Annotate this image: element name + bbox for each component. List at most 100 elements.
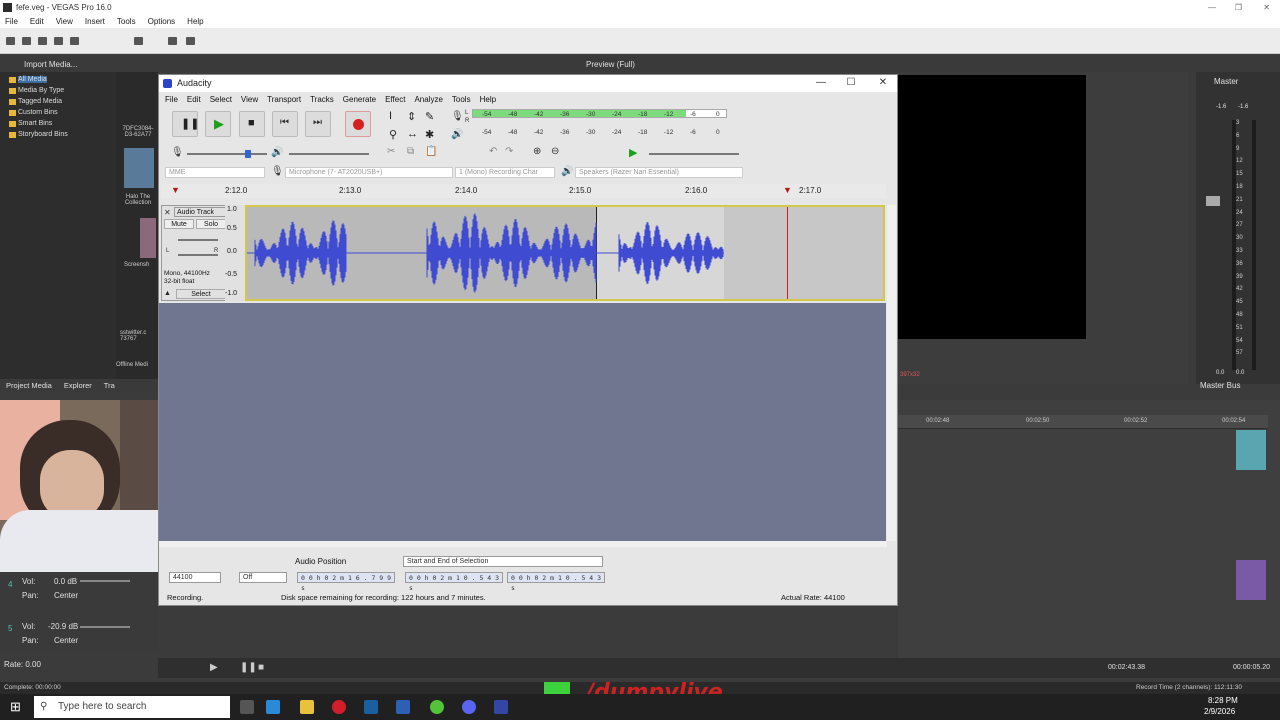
project-rate-dropdown[interactable]: 44100 <box>169 572 221 583</box>
menu-select[interactable]: Select <box>210 92 232 107</box>
cut-icon[interactable]: ✂ <box>387 146 395 157</box>
pause-icon[interactable]: ❚❚ <box>240 662 257 673</box>
track-gain-slider[interactable] <box>178 239 218 241</box>
minimize-icon[interactable]: — <box>1208 0 1216 15</box>
taskbar-search[interactable]: ⚲ Type here to search <box>34 696 230 718</box>
minimize-icon[interactable]: — <box>811 76 831 90</box>
master-bus-tab[interactable]: Master Bus <box>1200 381 1240 390</box>
menu-file[interactable]: File <box>165 92 178 107</box>
photoshop-icon[interactable] <box>396 700 410 714</box>
paste-icon[interactable]: 📋 <box>425 146 437 157</box>
thumbnail-image[interactable] <box>140 218 156 258</box>
timeline-ruler[interactable]: 00:02:48 00:02:50 00:02:52 00:02:54 <box>898 415 1268 429</box>
discord-icon[interactable] <box>462 700 476 714</box>
timeline-ruler[interactable]: ▼ 2:12.0 2:13.0 2:14.0 2:15.0 2:16.0 ▼ 2… <box>161 184 886 198</box>
play-at-speed-slider[interactable] <box>649 153 739 155</box>
skip-start-button[interactable]: ⏮ <box>272 111 298 137</box>
menu-generate[interactable]: Generate <box>343 92 376 107</box>
tab-transitions[interactable]: Tra <box>104 379 115 393</box>
multi-tool-icon[interactable]: ✱ <box>425 128 434 141</box>
draw-tool-icon[interactable]: ✎ <box>425 110 434 123</box>
menu-edit[interactable]: Edit <box>187 92 201 107</box>
menu-options[interactable]: Options <box>148 15 176 28</box>
undo-icon[interactable] <box>134 37 143 45</box>
track1-volume-slider[interactable] <box>80 580 130 582</box>
redo-icon[interactable]: ↷ <box>505 146 513 157</box>
copy-icon[interactable]: ⧉ <box>407 146 414 157</box>
play-icon[interactable]: ▶ <box>210 662 218 673</box>
audio-track-waveform-area[interactable] <box>245 205 885 301</box>
skip-end-button[interactable]: ⏭ <box>305 111 331 137</box>
opera-gx-icon[interactable] <box>332 700 346 714</box>
zoom-tool-icon[interactable]: ⚲ <box>389 128 397 141</box>
playback-volume-slider[interactable] <box>289 153 369 155</box>
recording-volume-slider[interactable] <box>187 153 267 155</box>
snapshot-icon[interactable] <box>186 37 195 45</box>
selection-tool-icon[interactable]: I <box>389 110 392 122</box>
video-preview-screen[interactable] <box>898 75 1086 339</box>
tab-project-media[interactable]: Project Media <box>6 379 52 393</box>
play-button[interactable]: ▶ <box>205 111 231 137</box>
solo-button[interactable]: Solo <box>196 219 226 229</box>
audio-event-clip[interactable] <box>1236 560 1266 600</box>
vertical-scrollbar[interactable] <box>887 205 896 541</box>
envelope-tool-icon[interactable]: ⇕ <box>407 110 416 123</box>
stop-button[interactable]: ■ <box>239 111 265 137</box>
menu-insert[interactable]: Insert <box>85 15 105 28</box>
vegas-taskbar-icon[interactable] <box>364 700 378 714</box>
record-button[interactable] <box>345 111 371 137</box>
menu-view[interactable]: View <box>241 92 258 107</box>
tree-custom-bins[interactable]: Custom Bins <box>18 109 58 116</box>
thumb-label[interactable]: Offline Medi <box>116 362 158 368</box>
track-close-icon[interactable]: ✕ <box>164 208 171 217</box>
track-select-button[interactable]: Select <box>176 289 226 299</box>
tree-smart-bins[interactable]: Smart Bins <box>18 120 52 127</box>
windows-start-icon[interactable]: ⊞ <box>10 699 21 715</box>
menu-file[interactable]: File <box>5 15 18 28</box>
tab-explorer[interactable]: Explorer <box>64 379 92 393</box>
snap-to-dropdown[interactable]: Off <box>239 572 287 583</box>
new-icon[interactable] <box>6 37 15 45</box>
menu-view[interactable]: View <box>56 15 73 28</box>
menu-edit[interactable]: Edit <box>30 15 44 28</box>
save-as-icon[interactable] <box>54 37 63 45</box>
video-event-clip[interactable] <box>1236 430 1266 470</box>
thumb-label[interactable]: sstwitter.c 73767 <box>120 330 158 342</box>
redo-icon[interactable] <box>168 37 177 45</box>
menu-analyze[interactable]: Analyze <box>414 92 442 107</box>
properties-icon[interactable] <box>70 37 79 45</box>
tree-tagged-media[interactable]: Tagged Media <box>18 98 62 105</box>
tree-media-by-type[interactable]: Media By Type <box>18 87 64 94</box>
speaker-icon[interactable]: 🔊 <box>451 129 463 140</box>
collapse-icon[interactable]: ▲ <box>164 290 171 297</box>
pause-button[interactable]: ❚❚ <box>172 111 199 137</box>
app-icon[interactable] <box>430 700 444 714</box>
thumb-label[interactable]: Screensh <box>124 262 160 268</box>
menu-transport[interactable]: Transport <box>267 92 301 107</box>
master-fader-handle[interactable] <box>1206 196 1220 206</box>
track2-volume-slider[interactable] <box>80 626 130 628</box>
slider-handle[interactable] <box>245 150 251 158</box>
menu-tracks[interactable]: Tracks <box>310 92 334 107</box>
menu-effect[interactable]: Effect <box>385 92 405 107</box>
audacity-taskbar-icon[interactable] <box>494 700 508 714</box>
import-media-button[interactable]: Import Media... <box>24 60 77 69</box>
track-name-dropdown[interactable]: Audio Track <box>174 207 226 217</box>
maximize-icon[interactable]: ☐ <box>841 76 861 90</box>
thumb-label[interactable]: 7DFC3084-D3-62A77 <box>120 126 156 138</box>
menu-help[interactable]: Help <box>187 15 203 28</box>
mute-button[interactable]: Mute <box>164 219 194 229</box>
host-dropdown[interactable]: MME <box>165 167 265 178</box>
tree-storyboard-bins[interactable]: Storyboard Bins <box>18 131 68 138</box>
zoom-in-icon[interactable]: ⊕ <box>533 146 541 157</box>
thumbnail-image[interactable] <box>124 148 154 188</box>
selection-end-field[interactable]: 0 0 h 0 2 m 1 0 . 5 4 3 s <box>507 572 605 592</box>
zoom-out-icon[interactable]: ⊖ <box>551 146 559 157</box>
file-explorer-icon[interactable] <box>300 700 314 714</box>
store-icon[interactable] <box>266 700 280 714</box>
undo-icon[interactable]: ↶ <box>489 146 497 157</box>
open-icon[interactable] <box>22 37 31 45</box>
audio-position-field[interactable]: 0 0 h 0 2 m 1 6 . 7 9 9 s <box>297 572 395 592</box>
play-at-speed-icon[interactable]: ▶ <box>629 146 637 159</box>
menu-tools[interactable]: Tools <box>452 92 471 107</box>
